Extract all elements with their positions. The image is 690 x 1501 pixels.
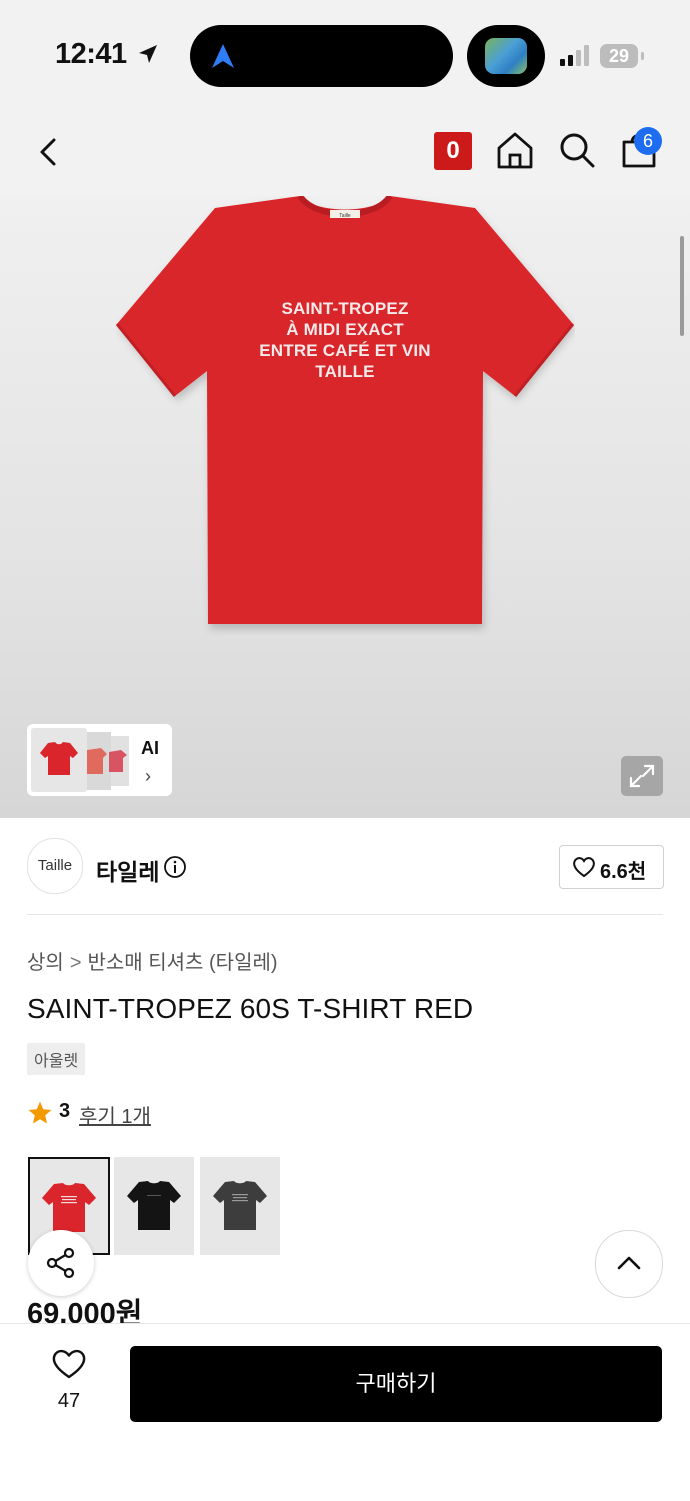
black-shirt-swatch-image: [127, 1181, 181, 1230]
navigation-arrow-icon: [212, 44, 234, 68]
review-count-link[interactable]: 후기 1개: [79, 1100, 151, 1129]
charcoal-shirt-swatch-image: [213, 1181, 267, 1230]
divider: [27, 914, 663, 915]
scroll-to-top-button[interactable]: [595, 1230, 663, 1298]
home-icon[interactable]: [496, 130, 534, 170]
ai-fitting-button[interactable]: AI ›: [27, 724, 172, 796]
scroll-indicator[interactable]: [680, 236, 684, 336]
shirt-line-1: SAINT-TROPEZ: [281, 299, 409, 318]
brand-name[interactable]: 타일레: [96, 853, 159, 887]
breadcrumb-category[interactable]: 상의: [27, 952, 64, 974]
brand-logo[interactable]: Taille: [27, 838, 83, 894]
thumb-red-shirt: [40, 742, 78, 775]
color-swatch-black[interactable]: [114, 1157, 194, 1255]
rating-value: 3: [59, 1100, 71, 1122]
bottom-action-bar: 47 구매하기: [0, 1323, 690, 1501]
breadcrumb-separator: >: [69, 952, 82, 974]
cart-count-badge: 6: [634, 127, 662, 155]
shirt-line-2: À MIDI EXACT: [286, 320, 404, 339]
rating-row: 3 후기 1개: [27, 1098, 227, 1128]
heart-icon: [573, 857, 595, 878]
star-icon: [28, 1101, 52, 1124]
red-shirt-swatch-image: [42, 1183, 96, 1232]
buy-button[interactable]: 구매하기: [130, 1346, 662, 1422]
shirt-print-text: SAINT-TROPEZ À MIDI EXACT ENTRE CAFÉ ET …: [210, 298, 480, 382]
cellular-signal-icon: [560, 45, 589, 66]
brand-like-count: 6.6천: [600, 861, 647, 883]
wishlist-count: 47: [57, 1390, 81, 1412]
shirt-line-3: ENTRE CAFÉ ET VIN: [259, 341, 431, 360]
location-arrow-icon: [139, 45, 158, 63]
chevron-up-icon: [617, 1256, 641, 1270]
share-icon: [46, 1247, 75, 1279]
t-shirt-image: Taille: [115, 196, 575, 624]
shirt-line-4: TAILLE: [315, 362, 375, 381]
shirt-neck-tag: Taille: [339, 213, 351, 219]
battery-indicator: 29: [600, 44, 638, 68]
breadcrumb-subcategory[interactable]: 반소매 티셔츠 (타일레): [88, 952, 278, 974]
product-image-carousel[interactable]: Taille SAINT-TROPEZ À MIDI EXACT ENTRE C…: [0, 196, 690, 818]
info-icon[interactable]: [163, 855, 187, 879]
share-button[interactable]: [28, 1230, 94, 1296]
brand-like-button[interactable]: 6.6천: [559, 845, 664, 889]
search-icon[interactable]: [557, 130, 597, 170]
breadcrumb: 상의 > 반소매 티셔츠 (타일레): [27, 946, 278, 975]
ai-thumbnail-stack: [31, 728, 131, 792]
top-navigation: 0: [0, 110, 690, 196]
dynamic-island: [190, 25, 453, 87]
chevron-right-icon: ›: [145, 766, 151, 786]
pool-thumbnail-icon: [485, 38, 527, 74]
ai-label: AI: [141, 738, 159, 758]
status-bar: 12:41 29: [0, 0, 690, 110]
product-title: SAINT-TROPEZ 60S T-SHIRT RED: [27, 993, 474, 1024]
expand-icon[interactable]: [621, 756, 663, 796]
wishlist-button[interactable]: 47: [40, 1348, 98, 1418]
color-swatch-charcoal[interactable]: [200, 1157, 280, 1255]
live-activity-pill[interactable]: [467, 25, 545, 87]
back-icon[interactable]: [30, 132, 70, 172]
status-time: 12:41: [55, 38, 160, 71]
heart-icon: [52, 1349, 86, 1379]
zero-badge-button[interactable]: 0: [434, 132, 472, 170]
battery-tip: [641, 52, 644, 60]
outlet-badge: 아울렛: [27, 1043, 86, 1075]
